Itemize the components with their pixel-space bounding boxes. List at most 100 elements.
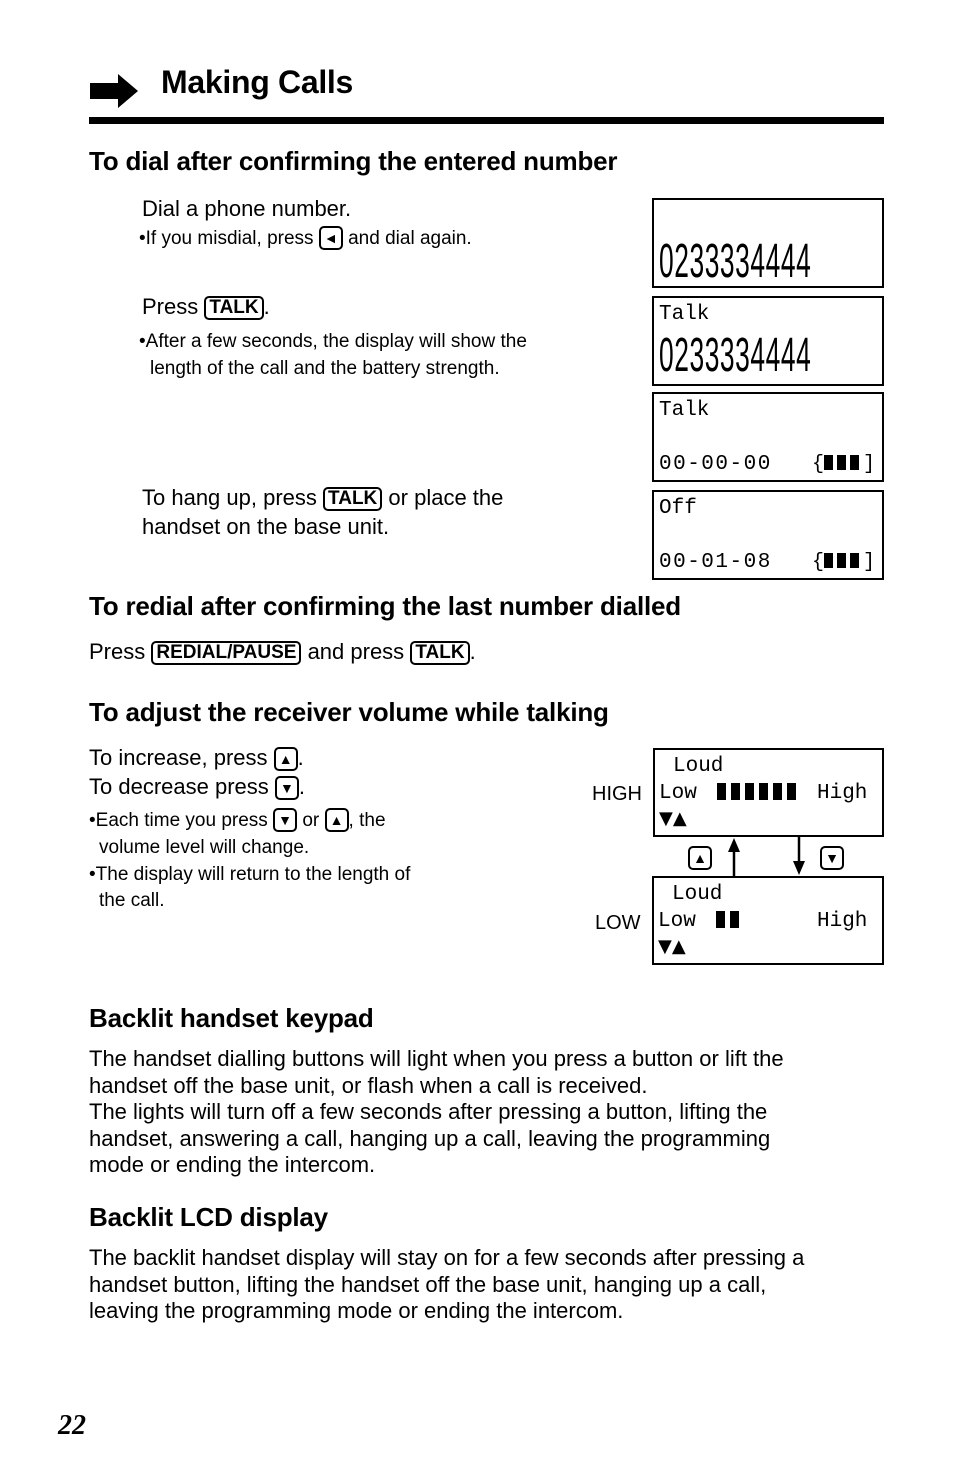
bullet-text: •Each time you press [89, 810, 268, 831]
keypad-paragraph: The handset dialling buttons will light … [89, 1046, 784, 1179]
up-arrow-icon [728, 838, 740, 878]
paragraph-line: handset button, lifting the handset off … [89, 1271, 767, 1297]
volume-bar [731, 783, 740, 800]
paragraph-line: leaving the programming mode or ending t… [89, 1298, 624, 1323]
paragraph-line: The lights will turn off a few seconds a… [89, 1099, 768, 1124]
keypad-section-heading: Backlit handset keypad [89, 1003, 374, 1033]
step-text: To decrease press [89, 774, 269, 799]
volume-level-bars [716, 911, 744, 932]
step-text: To increase, press [89, 745, 268, 770]
redial-pause-key: REDIAL/PAUSE [151, 641, 302, 665]
up-key-icon: ▲ [324, 808, 349, 832]
dial-step3-line2: handset on the base unit. [142, 514, 390, 539]
redial-instruction: Press REDIAL/PAUSE and press TALK. [89, 637, 476, 666]
bullet-text: , the [348, 810, 386, 831]
volume-bar [787, 783, 796, 800]
paragraph-line: mode or ending the intercom. [89, 1152, 376, 1177]
lcd-low-label: Low [659, 782, 697, 805]
battery-bracket-right: ] [863, 551, 876, 574]
bullet-text: •If you misdial, press [139, 228, 314, 249]
up-key-icon: ▲ [688, 846, 712, 870]
low-label: LOW [595, 912, 641, 934]
step-text: and press [307, 639, 405, 664]
volume-bar [745, 783, 754, 800]
step-text: Press [89, 639, 146, 664]
up-down-arrows-icon: ▼▲ [659, 808, 687, 829]
volume-bar [759, 783, 768, 800]
paragraph-line: The handset dialling buttons will light … [89, 1046, 784, 1071]
volume-bar [773, 783, 782, 800]
dial-step1-bullet: •If you misdial, press ◄ and dial again. [139, 225, 472, 252]
right-arrow-icon [90, 74, 138, 108]
lcd-low-label: Low [658, 910, 696, 933]
step-text: To hang up, press [142, 485, 317, 510]
lcd-display-off-timer: Off 00-01-08 {] [652, 490, 884, 580]
talk-key: TALK [323, 487, 383, 511]
down-key-icon: ▼ [274, 776, 299, 800]
battery-icon: {] [812, 551, 875, 574]
up-down-arrows-icon: ▼▲ [658, 936, 686, 957]
dial-step1: Dial a phone number. [142, 196, 352, 221]
up-key-icon: ▲ [273, 747, 298, 771]
battery-bracket-left: { [812, 453, 825, 476]
dial-section-heading: To dial after confirming the entered num… [89, 146, 618, 176]
paragraph-line: handset off the base unit, or flash when… [89, 1072, 648, 1098]
paragraph-line: handset, answering a call, hanging up a … [89, 1125, 771, 1151]
volume-decrease: To decrease press ▼. [89, 772, 305, 801]
talk-key: TALK [204, 296, 264, 320]
volume-bullet2-line2: the call. [99, 890, 165, 911]
lcd-volume-title: Loud [672, 883, 723, 906]
lcd-volume-high: Loud Low High ▼▲ [653, 748, 884, 837]
dial-step3: To hang up, press TALK or place the [142, 483, 503, 512]
step-text: . [297, 745, 304, 770]
volume-level-bars [717, 783, 801, 804]
volume-bar [716, 911, 725, 928]
down-arrow-icon [793, 837, 805, 875]
step-text: Press [142, 294, 199, 319]
battery-bar [837, 455, 847, 470]
down-key-icon: ▼ [820, 846, 844, 870]
step-text: . [469, 639, 476, 664]
volume-section-heading: To adjust the receiver volume while talk… [89, 697, 609, 727]
bullet-text: or [302, 810, 320, 831]
back-key-icon: ◄ [318, 226, 343, 250]
battery-icon: {] [812, 453, 875, 476]
lcd-timer: 00-01-08 [659, 551, 772, 574]
dial-step2: Press TALK. [142, 292, 270, 321]
battery-bracket-right: ] [863, 453, 876, 476]
battery-bar [850, 455, 860, 470]
redial-section-heading: To redial after confirming the last numb… [89, 591, 681, 621]
battery-bar [824, 553, 834, 568]
paragraph-line: The backlit handset display will stay on… [89, 1245, 805, 1270]
high-label: HIGH [592, 783, 642, 805]
volume-bar [717, 783, 726, 800]
lcd-display-dialed: 0233334444 [652, 198, 884, 288]
lcd-paragraph: The backlit handset display will stay on… [89, 1245, 804, 1325]
down-key-icon: ▼ [273, 808, 298, 832]
lcd-status: Talk [659, 399, 710, 422]
lcd-number: 0233334444 [659, 235, 812, 288]
battery-bar [850, 553, 860, 568]
page-number: 22 [58, 1410, 86, 1441]
page-title: Making Calls [161, 64, 354, 100]
lcd-high-label: High [817, 782, 868, 805]
bullet-text: and dial again. [348, 228, 472, 249]
title-divider [89, 117, 884, 124]
lcd-status: Off [659, 497, 697, 520]
talk-key: TALK [410, 641, 470, 665]
step-text: . [263, 294, 270, 319]
dial-step2-bullet-line2: length of the call and the battery stren… [150, 358, 500, 379]
volume-bullet1: •Each time you press ▼ or ▲, the [89, 807, 386, 834]
battery-bar [824, 455, 834, 470]
volume-bullet2-line1: •The display will return to the length o… [89, 864, 411, 885]
lcd-high-label: High [817, 910, 868, 933]
lcd-display-talk-number: Talk 0233334444 [652, 296, 884, 386]
volume-bullet1-line2: volume level will change. [99, 837, 310, 858]
step-text: or place the [388, 485, 504, 510]
volume-increase: To increase, press ▲. [89, 743, 304, 772]
dial-step2-bullet-line1: •After a few seconds, the display will s… [139, 331, 527, 352]
battery-bar [837, 553, 847, 568]
volume-bar [730, 911, 739, 928]
lcd-section-heading: Backlit LCD display [89, 1202, 328, 1232]
lcd-volume-title: Loud [673, 755, 724, 778]
